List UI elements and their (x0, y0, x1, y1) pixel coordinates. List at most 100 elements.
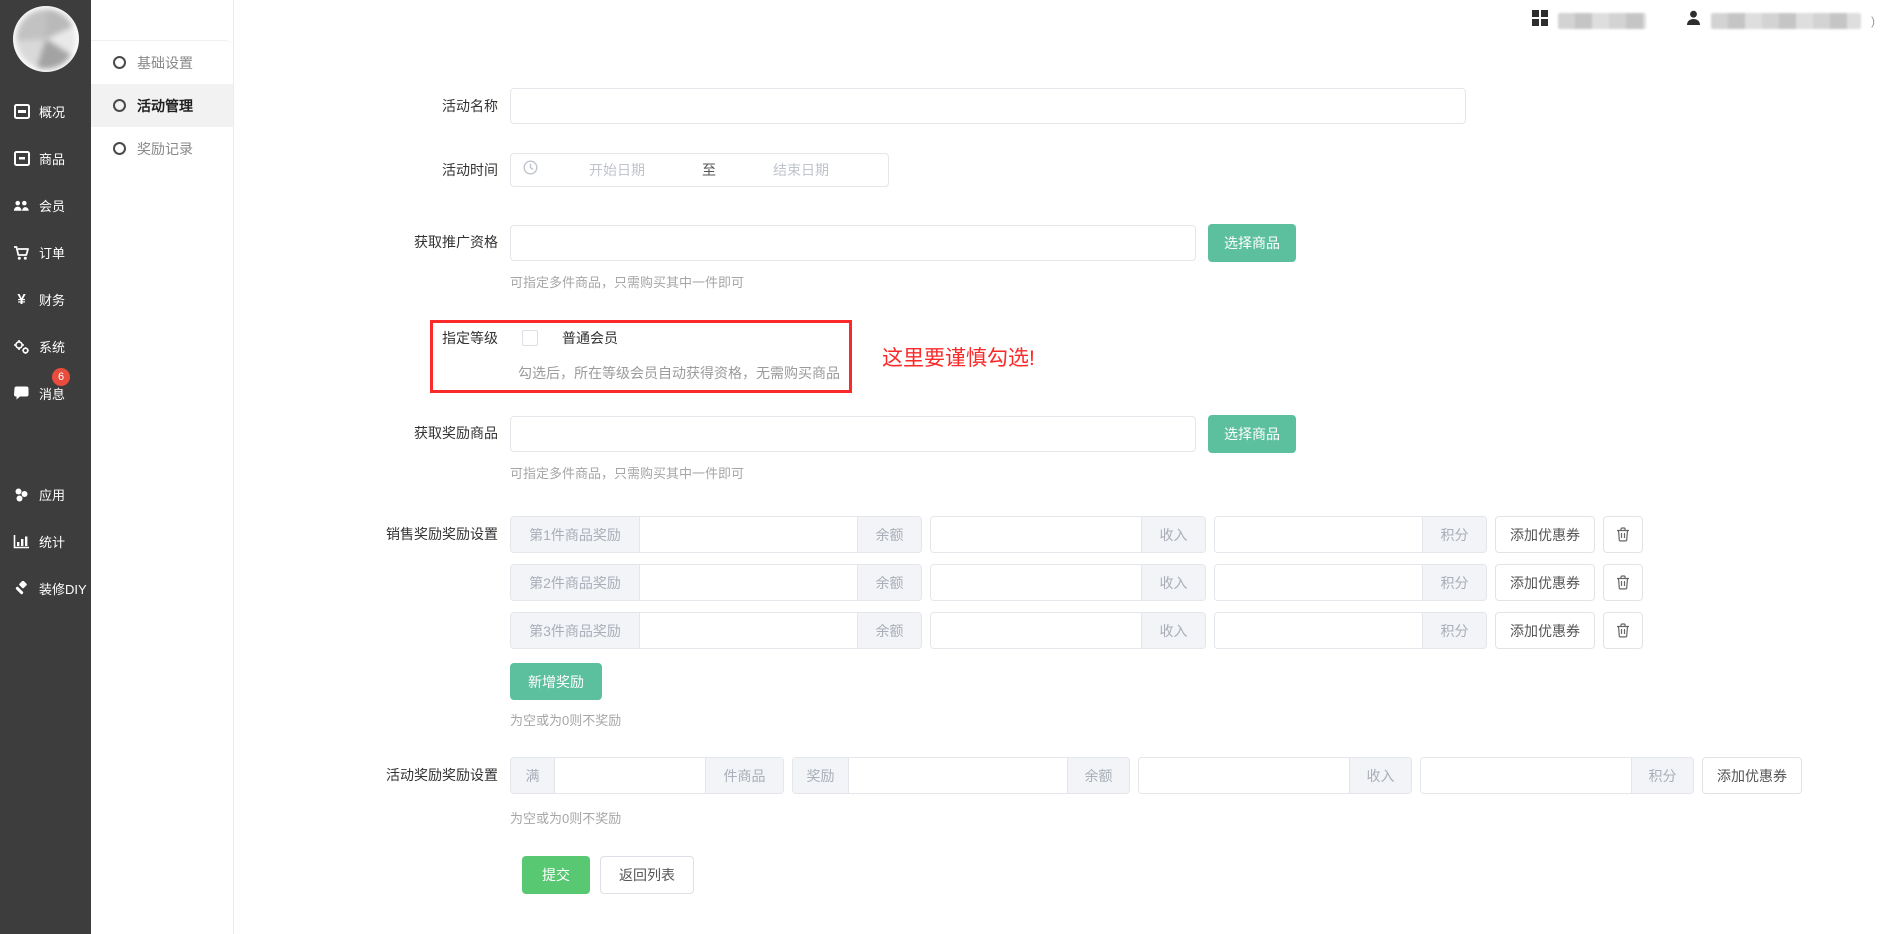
trash-icon (1616, 575, 1630, 590)
delete-row-button[interactable] (1603, 564, 1643, 601)
grid-icon[interactable] (1532, 10, 1548, 31)
circle-icon (113, 56, 126, 69)
reward-product-input[interactable] (510, 416, 1196, 452)
message-badge: 6 (52, 368, 70, 386)
income-addon: 收入 (1349, 758, 1411, 793)
sales-reward-row-3: 第3件商品奖励 余额 收入 积分 (510, 612, 1643, 649)
submit-button[interactable]: 提交 (522, 856, 590, 894)
level-hint: 勾选后，所在等级会员自动获得资格，无需购买商品 (518, 363, 1903, 383)
sidebar-item-overview[interactable]: 概况 (0, 88, 91, 135)
sidebar-item-label: 应用 (39, 485, 65, 504)
avatar-image (16, 9, 76, 69)
select-product-button[interactable]: 选择商品 (1208, 224, 1296, 262)
add-coupon-button[interactable]: 添加优惠券 (1495, 564, 1595, 601)
avatar[interactable] (13, 6, 79, 72)
activity-reward-balance-input[interactable] (849, 758, 1067, 793)
balance-addon: 余额 (857, 613, 921, 648)
sales-row-3-income-input[interactable] (931, 613, 1141, 648)
sales-row-1-income-input[interactable] (931, 517, 1141, 552)
delete-row-button[interactable] (1603, 516, 1643, 553)
topbar-suffix: ) (1871, 14, 1875, 28)
form-actions: 提交 返回列表 (522, 856, 1903, 894)
sales-reward-label: 销售奖励奖励设置 (234, 516, 510, 553)
red-annotation-text: 这里要谨慎勾选! (882, 342, 1035, 372)
sidebar-item-finance[interactable]: ¥ 财务 (0, 276, 91, 323)
sales-row-2-points-input[interactable] (1215, 565, 1422, 600)
points-addon: 积分 (1422, 517, 1486, 552)
sales-row-3-balance-input[interactable] (640, 613, 857, 648)
sidebar-item-members[interactable]: 会员 (0, 182, 91, 229)
add-coupon-button[interactable]: 添加优惠券 (1495, 516, 1595, 553)
sidebar-item-statistics[interactable]: 统计 (0, 518, 91, 565)
reward-product-label: 获取奖励商品 (234, 415, 510, 451)
sidebar-item-label: 概况 (39, 102, 65, 121)
users-icon (13, 197, 30, 214)
full-addon: 满 (511, 758, 555, 793)
submenu-item-label: 基础设置 (137, 53, 193, 73)
clock-icon (523, 160, 538, 180)
level-label: 指定等级 (234, 329, 510, 347)
level-row: 指定等级 普通会员 勾选后，所在等级会员自动获得资格，无需购买商品 这里要谨慎勾… (234, 320, 1903, 393)
sales-reward-row-1: 第1件商品奖励 余额 收入 积分 (510, 516, 1643, 553)
sidebar-item-system[interactable]: 系统 (0, 323, 91, 370)
end-date-placeholder: 结束日期 (726, 160, 876, 180)
redacted-user-name[interactable] (1711, 13, 1861, 29)
sales-row-1-balance-input[interactable] (640, 517, 857, 552)
balance-addon: 余额 (857, 565, 921, 600)
row-prefix-addon: 第3件商品奖励 (511, 613, 640, 648)
add-coupon-button[interactable]: 添加优惠券 (1495, 612, 1595, 649)
box-icon (13, 150, 30, 167)
reward-product-row: 获取奖励商品 选择商品 可指定多件商品，只需购买其中一件即可 (234, 415, 1903, 482)
date-range-picker[interactable]: 开始日期 至 结束日期 (510, 153, 889, 187)
delete-row-button[interactable] (1603, 612, 1643, 649)
cubes-icon (13, 486, 30, 503)
sidebar-item-decorate-diy[interactable]: 装修DIY (0, 565, 91, 612)
activity-reward-points-input[interactable] (1421, 758, 1631, 793)
circle-icon (113, 142, 126, 155)
sales-row-3-points-input[interactable] (1215, 613, 1422, 648)
promo-qualification-label: 获取推广资格 (234, 224, 510, 260)
promo-qualification-input[interactable] (510, 225, 1196, 261)
activity-reward-income-input[interactable] (1139, 758, 1349, 793)
reward-addon: 奖励 (793, 758, 849, 793)
income-addon: 收入 (1141, 565, 1205, 600)
redacted-shop-name[interactable] (1558, 13, 1646, 29)
activity-reward-qty-input[interactable] (555, 758, 705, 793)
promo-qualification-hint: 可指定多件商品，只需购买其中一件即可 (510, 272, 1296, 291)
sales-row-2-income-input[interactable] (931, 565, 1141, 600)
income-addon: 收入 (1141, 517, 1205, 552)
activity-name-row: 活动名称 (234, 88, 1903, 124)
add-coupon-button[interactable]: 添加优惠券 (1702, 757, 1802, 794)
cart-icon (13, 244, 30, 261)
submenu-item-activity-management[interactable]: 活动管理 (91, 84, 233, 127)
points-addon: 积分 (1422, 613, 1486, 648)
sidebar-item-label: 装修DIY (39, 579, 87, 598)
overview-icon (13, 103, 30, 120)
activity-reward-hint: 为空或为0则不奖励 (510, 808, 1802, 827)
sidebar-item-orders[interactable]: 订单 (0, 229, 91, 276)
activity-reward-row: 活动奖励奖励设置 满 件商品 奖励 余额 (234, 757, 1903, 827)
level-checkbox[interactable] (522, 330, 538, 346)
sidebar-item-messages[interactable]: 消息 6 (0, 370, 91, 417)
activity-name-input[interactable] (510, 88, 1466, 124)
balance-addon: 余额 (1067, 758, 1129, 793)
topbar: ) (1532, 10, 1875, 31)
sidebar-item-label: 统计 (39, 532, 65, 551)
sidebar-item-apps[interactable]: 应用 (0, 471, 91, 518)
sales-row-2-balance-input[interactable] (640, 565, 857, 600)
sidebar-item-label: 系统 (39, 337, 65, 356)
app-root: 概况 商品 会员 订单 ¥ 财务 (0, 0, 1903, 934)
add-reward-button[interactable]: 新增奖励 (510, 663, 602, 700)
trash-icon (1616, 623, 1630, 638)
submenu-item-reward-records[interactable]: 奖励记录 (91, 127, 233, 170)
select-product-button[interactable]: 选择商品 (1208, 415, 1296, 453)
level-checkbox-label: 普通会员 (562, 328, 618, 348)
user-icon[interactable] (1686, 10, 1701, 31)
sales-reward-row: 销售奖励奖励设置 第1件商品奖励 余额 收入 (234, 516, 1903, 729)
back-to-list-button[interactable]: 返回列表 (600, 856, 694, 894)
sales-row-1-points-input[interactable] (1215, 517, 1422, 552)
submenu-item-basic-settings[interactable]: 基础设置 (91, 41, 233, 84)
row-prefix-addon: 第1件商品奖励 (511, 517, 640, 552)
sidebar-item-label: 财务 (39, 290, 65, 309)
sidebar-item-products[interactable]: 商品 (0, 135, 91, 182)
